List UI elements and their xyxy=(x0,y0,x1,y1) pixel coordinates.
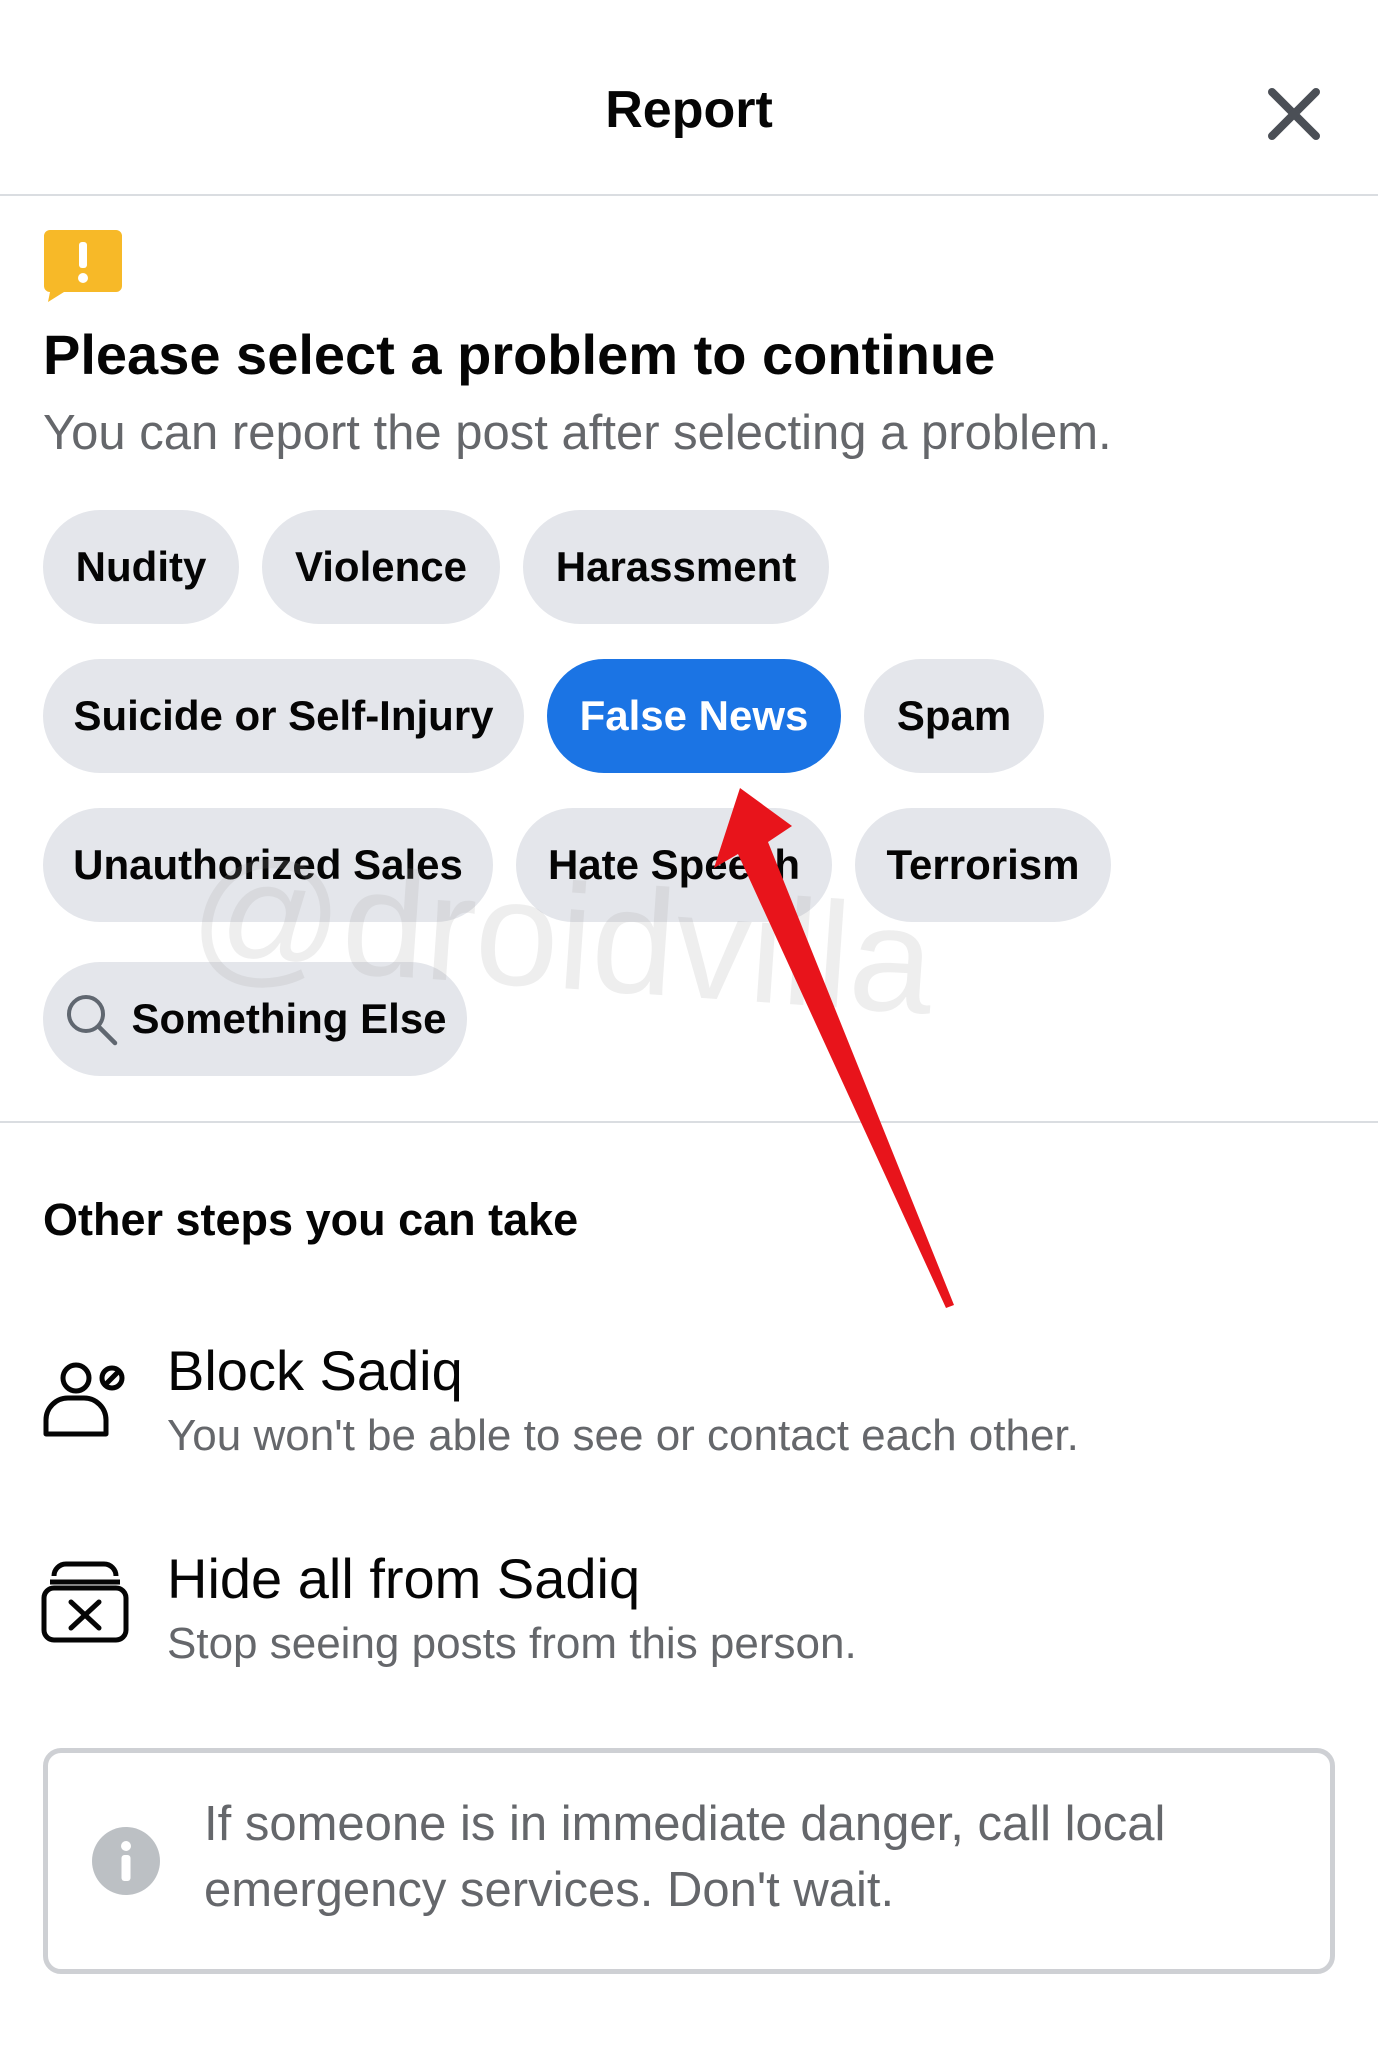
hide-posts-title: Hide all from Sadiq xyxy=(167,1547,641,1610)
hide-posts-subtitle: Stop seeing posts from this person. xyxy=(167,1619,857,1668)
block-user-title: Block Sadiq xyxy=(167,1339,463,1402)
hide-posts-option[interactable]: Hide all from Sadiq Stop seeing posts fr… xyxy=(0,1536,1378,1706)
chip-terrorism[interactable]: Terrorism xyxy=(855,808,1111,922)
chip-label: Something Else xyxy=(131,995,447,1042)
chip-false-news[interactable]: False News xyxy=(547,659,841,773)
chip-label: Nudity xyxy=(75,543,207,590)
emergency-notice: If someone is in immediate danger, call … xyxy=(43,1748,1335,1974)
chip-label: Violence xyxy=(295,543,467,590)
close-button[interactable] xyxy=(1258,78,1330,150)
prompt-title: Please select a problem to continue xyxy=(43,323,996,386)
chip-nudity[interactable]: Nudity xyxy=(43,510,239,624)
other-steps-heading: Other steps you can take xyxy=(43,1194,579,1245)
chip-violence[interactable]: Violence xyxy=(262,510,500,624)
dialog-title: Report xyxy=(605,81,773,139)
chip-label: Terrorism xyxy=(886,841,1080,888)
close-icon xyxy=(1268,88,1320,140)
chip-label: Spam xyxy=(896,692,1012,739)
section-divider xyxy=(0,1121,1378,1123)
chip-label: Hate Speech xyxy=(547,841,801,888)
chip-label: Unauthorized Sales xyxy=(73,841,463,888)
chip-unauthorized-sales[interactable]: Unauthorized Sales xyxy=(43,808,493,922)
chip-label: False News xyxy=(579,692,809,739)
chip-spam[interactable]: Spam xyxy=(864,659,1044,773)
chip-suicide-self-injury[interactable]: Suicide or Self-Injury xyxy=(43,659,524,773)
chip-hate-speech[interactable]: Hate Speech xyxy=(516,808,832,922)
chip-something-else[interactable]: Something Else xyxy=(43,962,467,1076)
hide-posts-icon xyxy=(41,1561,129,1643)
emergency-notice-text: If someone is in immediate danger, call … xyxy=(204,1797,1166,1917)
info-icon xyxy=(92,1827,160,1895)
prompt-subtitle: You can report the post after selecting … xyxy=(43,406,1112,460)
block-user-option[interactable]: Block Sadiq You won't be able to see or … xyxy=(0,1330,1378,1500)
warning-flag-icon xyxy=(44,230,122,302)
search-icon xyxy=(63,991,119,1047)
chip-harassment[interactable]: Harassment xyxy=(523,510,829,624)
block-user-icon xyxy=(43,1362,125,1437)
chip-label: Harassment xyxy=(555,543,797,590)
dialog-header: Report xyxy=(0,0,1378,196)
chip-label: Suicide or Self-Injury xyxy=(73,692,494,739)
block-user-subtitle: You won't be able to see or contact each… xyxy=(167,1411,1079,1460)
